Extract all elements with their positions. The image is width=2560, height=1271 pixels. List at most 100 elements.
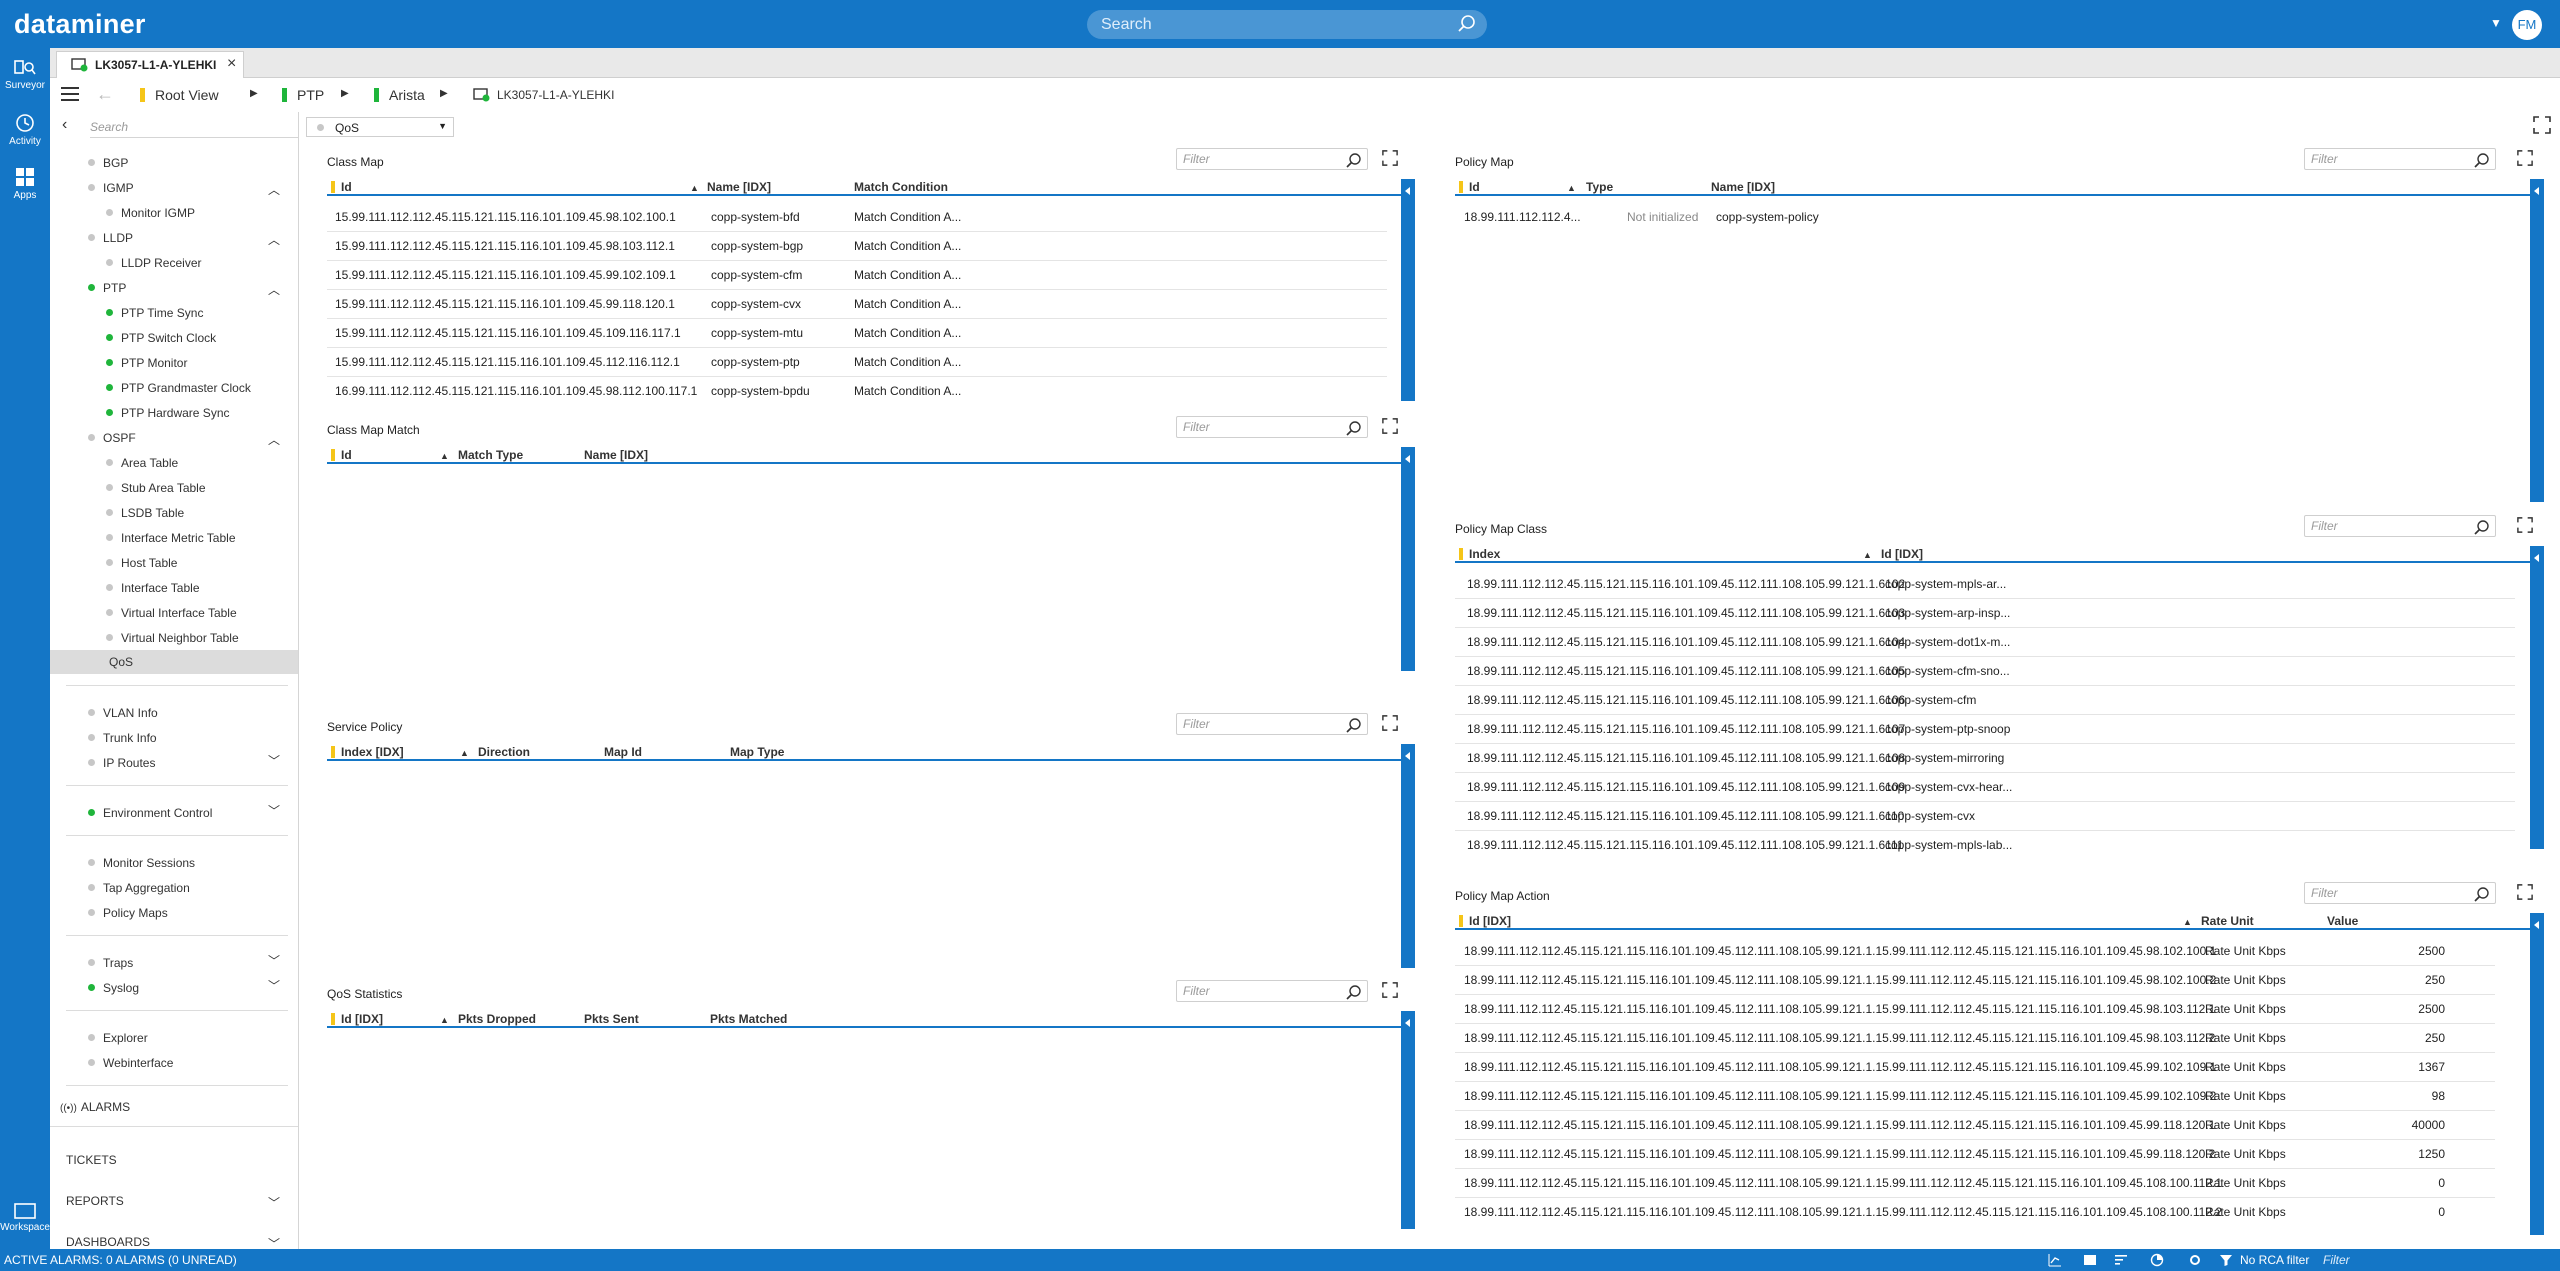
breadcrumb-root-view[interactable]: Root View xyxy=(140,87,219,103)
chevron-up-icon[interactable]: ︿ xyxy=(268,231,280,248)
chevron-down-icon[interactable]: ▼ xyxy=(2490,16,2502,30)
search-icon[interactable] xyxy=(1346,717,1362,733)
table-row[interactable]: 15.99.111.112.112.45.115.121.115.116.101… xyxy=(327,319,1387,348)
table-row[interactable]: 18.99.111.112.112.45.115.121.115.116.101… xyxy=(1455,802,2515,831)
chevron-left-icon[interactable]: ‹ xyxy=(62,116,67,134)
chevron-down-icon[interactable]: ﹀ xyxy=(268,1235,280,1249)
column-panel-toggle[interactable] xyxy=(2530,179,2544,502)
fullscreen-icon[interactable] xyxy=(1382,982,1398,998)
table-row[interactable]: 18.99.111.112.112.45.115.121.115.116.101… xyxy=(1455,715,2515,744)
class-map-match-filter[interactable] xyxy=(1176,416,1368,438)
table-row[interactable]: 15.99.111.112.112.45.115.121.115.116.101… xyxy=(327,232,1387,261)
fullscreen-icon[interactable] xyxy=(1382,150,1398,166)
sidebar-item-policy-maps[interactable]: Policy Maps xyxy=(88,901,168,925)
table-row[interactable]: 18.99.111.112.112.45.115.121.115.116.101… xyxy=(1455,773,2515,802)
sidebar-item-ospf[interactable]: OSPF xyxy=(88,426,136,450)
fullscreen-icon[interactable] xyxy=(2533,116,2551,134)
column-header-name[interactable]: Name [IDX] xyxy=(1711,180,1775,194)
column-header-id[interactable]: Id [IDX] xyxy=(1881,547,1923,561)
search-icon[interactable] xyxy=(1457,14,1477,34)
column-panel-toggle[interactable] xyxy=(1401,744,1415,968)
search-icon[interactable] xyxy=(2474,152,2490,168)
sidebar-item-webinterface[interactable]: Webinterface xyxy=(88,1051,173,1075)
chevron-down-icon[interactable]: ﹀ xyxy=(268,1194,280,1211)
sidebar-item-explorer[interactable]: Explorer xyxy=(88,1026,148,1050)
chevron-up-icon[interactable]: ︿ xyxy=(268,181,280,198)
table-row[interactable]: 18.99.111.112.112.45.115.121.115.116.101… xyxy=(1455,657,2515,686)
chevron-down-icon[interactable]: ﹀ xyxy=(268,752,280,769)
sidebar-item-area-table[interactable]: Area Table xyxy=(106,451,178,475)
global-search[interactable] xyxy=(1087,10,1487,39)
table-row[interactable]: 15.99.111.112.112.45.115.121.115.116.101… xyxy=(327,203,1387,232)
table-row[interactable]: 18.99.111.112.112.45.115.121.115.116.101… xyxy=(1455,1082,2495,1111)
filter-input[interactable] xyxy=(1183,717,1333,731)
sidebar-item-ptp-monitor[interactable]: PTP Monitor xyxy=(106,351,187,375)
list-view-icon[interactable] xyxy=(2083,1253,2097,1267)
sidebar-item-qos[interactable]: QoS xyxy=(109,650,133,674)
breadcrumb-arista[interactable]: Arista xyxy=(374,87,425,103)
rail-activity[interactable]: Activity xyxy=(0,112,50,147)
table-row[interactable]: 18.99.111.112.112.45.115.121.115.116.101… xyxy=(1455,628,2515,657)
cell-match-condition[interactable]: Match Condition A... xyxy=(854,297,961,311)
column-header-map-id[interactable]: Map Id xyxy=(604,745,642,759)
search-icon[interactable] xyxy=(2474,519,2490,535)
sidebar-section-dashboards[interactable]: DASHBOARDS xyxy=(66,1235,150,1249)
fullscreen-icon[interactable] xyxy=(2517,150,2533,166)
column-header-map-type[interactable]: Map Type xyxy=(730,745,784,759)
sidebar-item-igmp[interactable]: IGMP xyxy=(88,176,134,200)
sidebar-item-host-table[interactable]: Host Table xyxy=(106,551,177,575)
column-header-rate-unit[interactable]: Rate Unit xyxy=(2201,914,2254,928)
sort-ascending-icon[interactable]: ▲ xyxy=(440,1015,449,1025)
cell-match-condition[interactable]: Match Condition A... xyxy=(854,326,961,340)
table-row[interactable]: 18.99.111.112.112.45.115.121.115.116.101… xyxy=(1455,937,2495,966)
rail-workspace[interactable]: Workspace xyxy=(0,1202,50,1233)
sort-lines-icon[interactable] xyxy=(2114,1253,2128,1267)
filter-input[interactable] xyxy=(2311,152,2461,166)
tab-element[interactable]: LK3057-L1-A-YLEHKI × xyxy=(56,51,244,78)
column-header-type[interactable]: Type xyxy=(1586,180,1613,194)
table-row[interactable]: 15.99.111.112.112.45.115.121.115.116.101… xyxy=(327,290,1387,319)
table-row[interactable]: 18.99.111.112.112.45.115.121.115.116.101… xyxy=(1455,995,2495,1024)
sidebar-item-ptp[interactable]: PTP xyxy=(88,276,126,300)
sidebar-item-interface-metric-table[interactable]: Interface Metric Table xyxy=(106,526,236,550)
sidebar-item-virtual-neighbor-table[interactable]: Virtual Neighbor Table xyxy=(106,626,239,650)
column-header-id[interactable]: Id xyxy=(1459,180,1480,194)
column-header-match-condition[interactable]: Match Condition xyxy=(854,180,948,194)
search-icon[interactable] xyxy=(1346,152,1362,168)
filter-input[interactable] xyxy=(1183,420,1333,434)
chevron-down-icon[interactable]: ﹀ xyxy=(268,952,280,969)
table-row[interactable]: 15.99.111.112.112.45.115.121.115.116.101… xyxy=(327,261,1387,290)
sidebar-item-tap-aggregation[interactable]: Tap Aggregation xyxy=(88,876,190,900)
sidebar-search[interactable] xyxy=(90,116,298,138)
column-header-id[interactable]: Id [IDX] xyxy=(331,1012,383,1026)
column-header-pkts-sent[interactable]: Pkts Sent xyxy=(584,1012,639,1026)
qos-statistics-filter[interactable] xyxy=(1176,980,1368,1002)
breadcrumb-ptp[interactable]: PTP xyxy=(282,87,324,103)
sort-ascending-icon[interactable]: ▲ xyxy=(1567,183,1576,193)
fullscreen-icon[interactable] xyxy=(2517,884,2533,900)
column-header-index[interactable]: Index [IDX] xyxy=(331,745,404,759)
search-icon[interactable] xyxy=(1346,984,1362,1000)
policy-map-class-filter[interactable] xyxy=(2304,515,2496,537)
table-row[interactable]: 18.99.111.112.112.45.115.121.115.116.101… xyxy=(1455,599,2515,628)
class-map-filter[interactable] xyxy=(1176,148,1368,170)
filter-input[interactable] xyxy=(1183,984,1333,998)
sort-ascending-icon[interactable]: ▲ xyxy=(2183,917,2192,927)
sort-ascending-icon[interactable]: ▲ xyxy=(460,748,469,758)
table-row[interactable]: 18.99.111.112.112.45.115.121.115.116.101… xyxy=(1455,686,2515,715)
sidebar-item-stub-area-table[interactable]: Stub Area Table xyxy=(106,476,206,500)
fullscreen-icon[interactable] xyxy=(2517,517,2533,533)
pie-chart-icon[interactable] xyxy=(2150,1253,2164,1267)
sidebar-item-environment-control[interactable]: Environment Control xyxy=(88,801,212,825)
chevron-up-icon[interactable]: ︿ xyxy=(268,431,280,448)
sidebar-item-ptp-time-sync[interactable]: PTP Time Sync xyxy=(106,301,203,325)
sidebar-section-reports[interactable]: REPORTS xyxy=(66,1194,124,1208)
search-icon[interactable] xyxy=(2474,886,2490,902)
fullscreen-icon[interactable] xyxy=(1382,715,1398,731)
table-row[interactable]: 18.99.111.112.112.45.115.121.115.116.101… xyxy=(1455,570,2515,599)
chevron-down-icon[interactable]: ﹀ xyxy=(268,802,280,819)
sidebar-item-virtual-interface-table[interactable]: Virtual Interface Table xyxy=(106,601,237,625)
column-header-value[interactable]: Value xyxy=(2327,914,2358,928)
close-icon[interactable]: × xyxy=(227,55,236,73)
table-row[interactable]: 18.99.111.112.112.45.115.121.115.116.101… xyxy=(1455,1198,2495,1227)
